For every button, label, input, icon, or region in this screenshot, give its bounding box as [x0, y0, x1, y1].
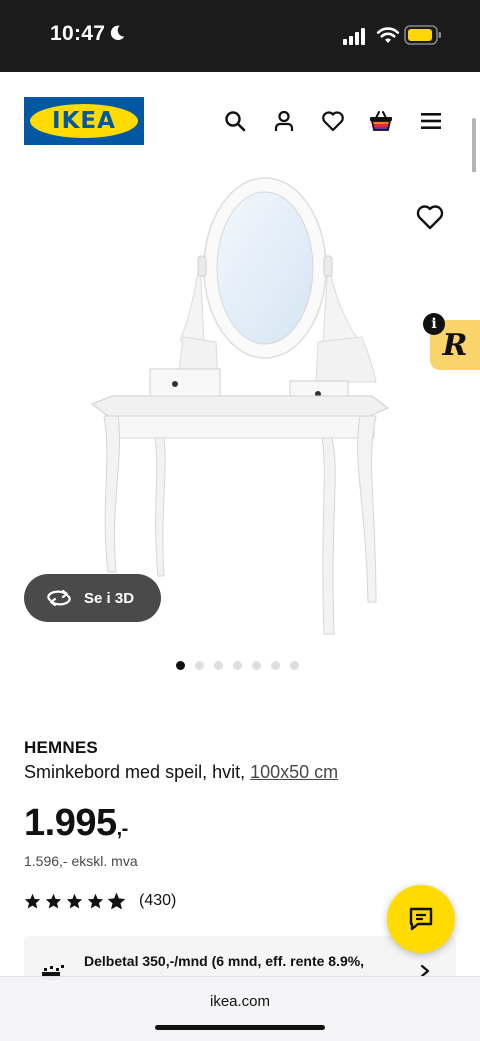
- battery-icon: [404, 25, 441, 45]
- search-icon[interactable]: [222, 108, 248, 134]
- chat-icon: [409, 907, 433, 931]
- star-icon: [24, 893, 41, 909]
- info-letter: i: [431, 316, 437, 332]
- product-rating[interactable]: (430): [24, 892, 176, 910]
- view-3d-label: Se i 3D: [84, 589, 135, 607]
- heart-icon[interactable]: [320, 108, 346, 134]
- browser-address-bar[interactable]: ikea.com: [0, 976, 480, 1041]
- carousel-dot[interactable]: [176, 661, 185, 670]
- product-name: HEMNES: [24, 738, 98, 757]
- rating-count[interactable]: (430): [139, 892, 176, 910]
- star-icon: [45, 893, 62, 909]
- carousel-dot[interactable]: [214, 661, 223, 670]
- star-icon: [66, 893, 83, 909]
- wifi-icon: [376, 27, 400, 43]
- installment-text: Delbetal 350,-/mnd (6 mnd, eff. rente 8.…: [84, 953, 365, 969]
- hamburger-menu-icon[interactable]: [418, 108, 444, 134]
- price-suffix: ,-: [116, 818, 129, 840]
- carousel-dot[interactable]: [271, 661, 280, 670]
- half-star-icon: [108, 893, 125, 909]
- carousel-dot[interactable]: [252, 661, 261, 670]
- star-icon: [87, 893, 104, 909]
- extension-badge-letter: R: [442, 327, 468, 363]
- moon-icon: [110, 25, 125, 41]
- price-excluding-vat: 1.596,- ekskl. mva: [24, 853, 138, 869]
- favorite-heart-icon[interactable]: [415, 203, 445, 231]
- info-icon[interactable]: i: [423, 313, 445, 335]
- carousel-pagination: [176, 661, 299, 670]
- status-time: 10:47: [50, 22, 106, 45]
- home-indicator[interactable]: [155, 1025, 325, 1030]
- price-value: 1.995: [24, 802, 117, 844]
- view-3d-button[interactable]: Se i 3D: [24, 574, 161, 622]
- product-price: 1.995,-: [24, 802, 128, 845]
- user-icon[interactable]: [271, 108, 297, 134]
- product-size-link[interactable]: 100x50 cm: [250, 762, 338, 782]
- product-description: Sminkebord med speil, hvit, 100x50 cm: [24, 762, 338, 783]
- rotate-3d-icon: [47, 589, 71, 607]
- carousel-dot[interactable]: [195, 661, 204, 670]
- product-description-text: Sminkebord med speil, hvit,: [24, 762, 251, 782]
- carousel-dot[interactable]: [233, 661, 242, 670]
- ikea-logo[interactable]: IKEA: [24, 97, 144, 145]
- status-bar: 10:47: [0, 0, 480, 72]
- logo-text: IKEA: [52, 108, 116, 134]
- cellular-signal-icon: [343, 28, 365, 45]
- chat-button[interactable]: [387, 885, 455, 953]
- carousel-dot[interactable]: [290, 661, 299, 670]
- logo-oval: IKEA: [30, 104, 138, 138]
- rating-stars: [24, 893, 125, 909]
- site-header: IKEA: [0, 72, 480, 172]
- shopping-bag-icon[interactable]: [368, 108, 394, 134]
- browser-url[interactable]: ikea.com: [0, 993, 480, 1010]
